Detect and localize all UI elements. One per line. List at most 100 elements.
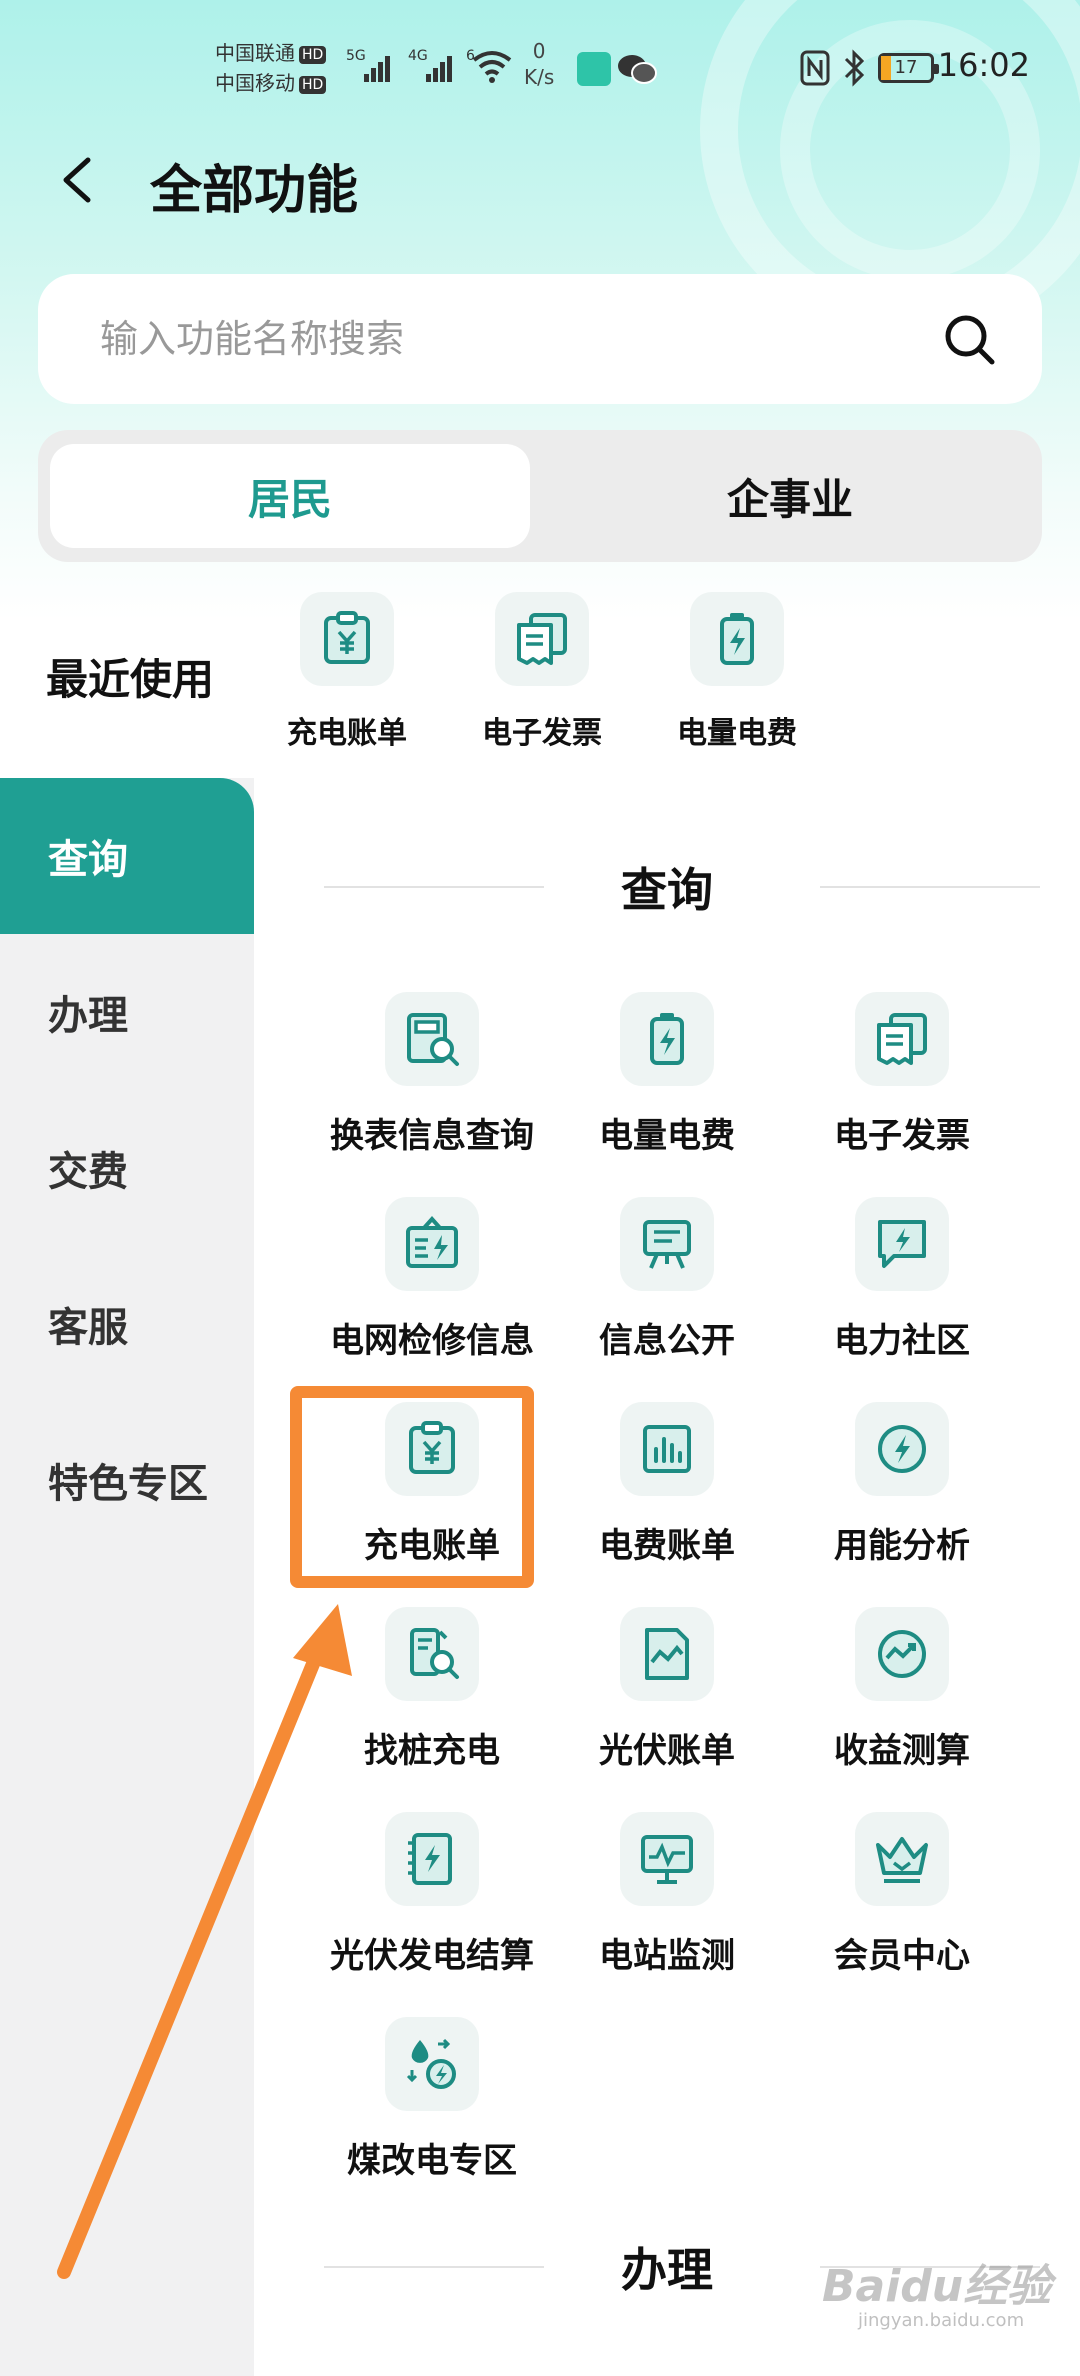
notification-app-icon [577,52,611,86]
grid-item-member-center[interactable]: 会员中心 [787,1812,1017,1977]
recent-item-label: 电量电费 [677,716,797,751]
meter-search-tile [385,992,479,1086]
tab-resident[interactable]: 居民 [50,444,530,548]
pv-bill-tile [620,1607,714,1701]
grid-item-label: 电费账单 [599,1526,735,1566]
network-speed-value: 0 [532,39,546,63]
network-speed-unit: K/s [524,65,555,89]
e-invoice-icon [517,613,567,665]
battery-bolt-icon [720,613,754,665]
grid-item-label: 电子发票 [834,1116,970,1156]
recent-item-label: 电子发票 [482,716,602,751]
grid-item-coal-to-electric[interactable]: 煤改电专区 [317,2017,547,2182]
grid-item-info-disclosure[interactable]: 信息公开 [552,1197,782,1362]
grid-item-pv-bill[interactable]: 光伏账单 [552,1607,782,1772]
grid-item-meter-info[interactable]: 换表信息查询 [317,992,547,1157]
battery-bolt-icon [650,1013,684,1065]
hd-badge-2: HD [299,75,327,94]
e-invoice-icon [877,1013,927,1065]
station-monitor-icon [641,1835,693,1884]
crown-tile [855,1812,949,1906]
sidebar-item-special[interactable]: 特色专区 [0,1402,254,1558]
category-sidebar: 查询 办理 交费 客服 特色专区 [0,778,254,2376]
nfc-icon [800,50,830,86]
battery-tile [620,992,714,1086]
grid-item-label: 信息公开 [599,1321,735,1361]
grid-item-power-community[interactable]: 电力社区 [787,1197,1017,1362]
wechat-icon [618,55,657,84]
grid-item-label: 光伏账单 [599,1731,735,1771]
crown-icon [876,1837,928,1883]
grid-item-electricity-fee[interactable]: 电量电费 [552,992,782,1157]
sidebar-item-payment[interactable]: 交费 [0,1090,254,1246]
revenue-estimate-tile [855,1607,949,1701]
e-invoice-tile [855,992,949,1086]
grid-item-label: 会员中心 [834,1936,970,1976]
recent-label: 最近使用 [46,655,215,704]
bar-chart-icon [643,1425,691,1473]
meter-search-icon [407,1013,459,1066]
grid-item-energy-analysis[interactable]: 用能分析 [787,1402,1017,1567]
bluetooth-icon [844,49,865,87]
community-chat-icon [878,1220,926,1268]
energy-analysis-tile [855,1402,949,1496]
coal-to-electric-tile [385,2017,479,2111]
grid-item-station-monitor[interactable]: 电站监测 [552,1812,782,1977]
info-board-icon [643,1220,691,1269]
carrier-info: 中国联通 HD 中国移动 HD [215,38,327,98]
signal-strength-icon-2 [426,52,458,82]
watermark-url: jingyan.baidu.com [858,2310,1025,2331]
wifi-icon [472,51,512,83]
back-arrow-icon[interactable] [50,150,110,210]
grid-item-pv-settlement[interactable]: 光伏发电结算 [317,1812,547,1977]
section-title: 查询 [621,863,713,917]
grid-item-find-charger[interactable]: 找桩充电 [317,1607,547,1772]
pv-settlement-tile [385,1812,479,1906]
grid-item-label: 用能分析 [834,1526,970,1566]
grid-item-label: 光伏发电结算 [330,1936,534,1976]
grid-item-e-invoice[interactable]: 电子发票 [787,992,1017,1157]
sidebar-item-service[interactable]: 客服 [0,1246,254,1402]
section-header-query: 查询 [254,846,1080,926]
recent-item-label: 充电账单 [287,716,407,751]
search-input[interactable] [100,304,900,374]
grid-item-grid-maintenance[interactable]: 电网检修信息 [317,1197,547,1362]
grid-item-label: 换表信息查询 [330,1116,534,1156]
grid-item-fee-bill[interactable]: 电费账单 [552,1402,782,1567]
grid-item-label: 电量电费 [599,1116,735,1156]
tab-enterprise[interactable]: 企事业 [550,444,1030,548]
clock: 16:02 [937,46,1030,84]
carrier-2: 中国移动 [215,71,295,95]
recent-item-e-invoice[interactable]: 电子发票 [472,592,612,752]
search-icon[interactable] [942,312,998,368]
charging-bill-icon [324,611,370,664]
energy-analysis-icon [878,1425,926,1473]
community-chat-tile [855,1197,949,1291]
sidebar-item-handle[interactable]: 办理 [0,934,254,1090]
sidebar-item-query[interactable]: 查询 [0,778,254,934]
signal-strength-icon [364,52,396,82]
grid-item-label: 找桩充电 [364,1731,500,1771]
revenue-estimate-icon [878,1630,926,1678]
carrier-1: 中国联通 [215,41,295,65]
grid-item-label: 电力社区 [834,1321,970,1361]
grid-item-revenue-estimate[interactable]: 收益测算 [787,1607,1017,1772]
watermark-logo: Baidu经验 [822,2261,1052,2312]
grid-maintenance-icon [406,1215,458,1268]
recent-item-charging-bill[interactable]: 充电账单 [277,592,417,752]
grid-item-label: 煤改电专区 [347,2141,517,2181]
search-bar[interactable] [38,274,1042,404]
battery-tile [690,592,784,686]
bar-chart-tile [620,1402,714,1496]
find-charger-tile [385,1607,479,1701]
status-bar: 中国联通 HD 中国移动 HD 5G 4G 6 0 K/s 17 16:02 [0,0,1080,130]
network-type-4g: 4G [408,48,428,64]
battery-level: 17 [894,57,918,78]
user-type-tabs: 居民 企事业 [38,430,1042,562]
grid-item-label: 电站监测 [599,1936,735,1976]
network-type-5g: 5G [346,48,366,64]
network-speed: 0 K/s [524,38,554,90]
page-title: 全部功能 [150,161,359,221]
coal-to-electric-icon [406,2038,456,2089]
recent-item-battery[interactable]: 电量电费 [667,592,807,752]
